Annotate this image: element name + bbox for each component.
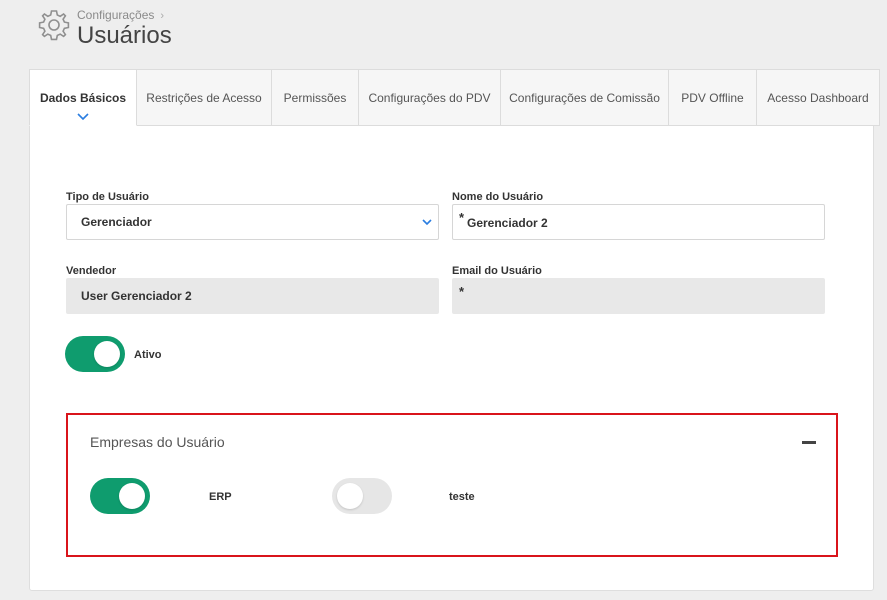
nome-usuario-input[interactable]: * Gerenciador 2 bbox=[452, 204, 825, 240]
breadcrumb-separator-icon: › bbox=[160, 10, 165, 22]
tab-label: Configurações do PDV bbox=[368, 90, 491, 105]
ativo-toggle[interactable] bbox=[65, 336, 125, 372]
email-usuario-label: Email do Usuário bbox=[452, 265, 542, 277]
tab-permissoes[interactable]: Permissões bbox=[272, 69, 359, 126]
breadcrumb[interactable]: Configurações › bbox=[77, 8, 164, 22]
collapse-minus-icon[interactable] bbox=[802, 441, 816, 444]
empresa-toggle-erp[interactable] bbox=[90, 478, 150, 514]
email-usuario-field: * bbox=[452, 278, 825, 314]
required-marker: * bbox=[459, 210, 465, 225]
tab-label: Acesso Dashboard bbox=[767, 90, 869, 105]
tab-dados-basicos[interactable]: Dados Básicos bbox=[29, 69, 137, 126]
tipo-usuario-value: Gerenciador bbox=[81, 215, 152, 229]
nome-usuario-value: Gerenciador 2 bbox=[467, 216, 548, 230]
toggle-knob bbox=[337, 483, 363, 509]
tab-label: Permissões bbox=[283, 90, 347, 105]
breadcrumb-item-configuracoes[interactable]: Configurações bbox=[77, 8, 154, 22]
toggle-knob bbox=[94, 341, 120, 367]
page-title: Usuários bbox=[77, 22, 172, 49]
gear-icon bbox=[38, 10, 70, 41]
empresas-title: Empresas do Usuário bbox=[90, 434, 225, 450]
tab-label: PDV Offline bbox=[681, 90, 744, 105]
tab-bar: Dados Básicos Restrições de Acesso Permi… bbox=[29, 69, 880, 126]
chevron-down-icon bbox=[422, 219, 432, 226]
tab-label: Configurações de Comissão bbox=[509, 90, 660, 105]
tab-label: Restrições de Acesso bbox=[146, 90, 262, 105]
user-form-card: Dados Básicos Restrições de Acesso Permi… bbox=[29, 69, 880, 591]
tab-configuracoes-de-comissao[interactable]: Configurações de Comissão bbox=[501, 69, 669, 126]
required-marker: * bbox=[459, 284, 465, 299]
empresas-do-usuario-panel: Empresas do Usuário ERP teste bbox=[66, 413, 838, 557]
ativo-label: Ativo bbox=[134, 349, 162, 361]
tipo-usuario-select[interactable]: Gerenciador bbox=[66, 204, 439, 240]
nome-usuario-label: Nome do Usuário bbox=[452, 191, 544, 203]
tab-configuracoes-do-pdv[interactable]: Configurações do PDV bbox=[359, 69, 501, 126]
tab-restricoes-de-acesso[interactable]: Restrições de Acesso bbox=[137, 69, 272, 126]
empresa-label-erp: ERP bbox=[209, 491, 232, 503]
tab-pdv-offline[interactable]: PDV Offline bbox=[669, 69, 757, 126]
chevron-down-icon bbox=[77, 113, 89, 121]
empresa-label-teste: teste bbox=[449, 491, 475, 503]
toggle-knob bbox=[119, 483, 145, 509]
empresa-toggle-teste[interactable] bbox=[332, 478, 392, 514]
vendedor-value: User Gerenciador 2 bbox=[81, 289, 192, 303]
vendedor-label: Vendedor bbox=[66, 265, 117, 277]
tab-label: Dados Básicos bbox=[39, 90, 127, 105]
tipo-usuario-label: Tipo de Usuário bbox=[66, 191, 149, 203]
tab-acesso-dashboard[interactable]: Acesso Dashboard bbox=[757, 69, 880, 126]
vendedor-field: User Gerenciador 2 bbox=[66, 278, 439, 314]
